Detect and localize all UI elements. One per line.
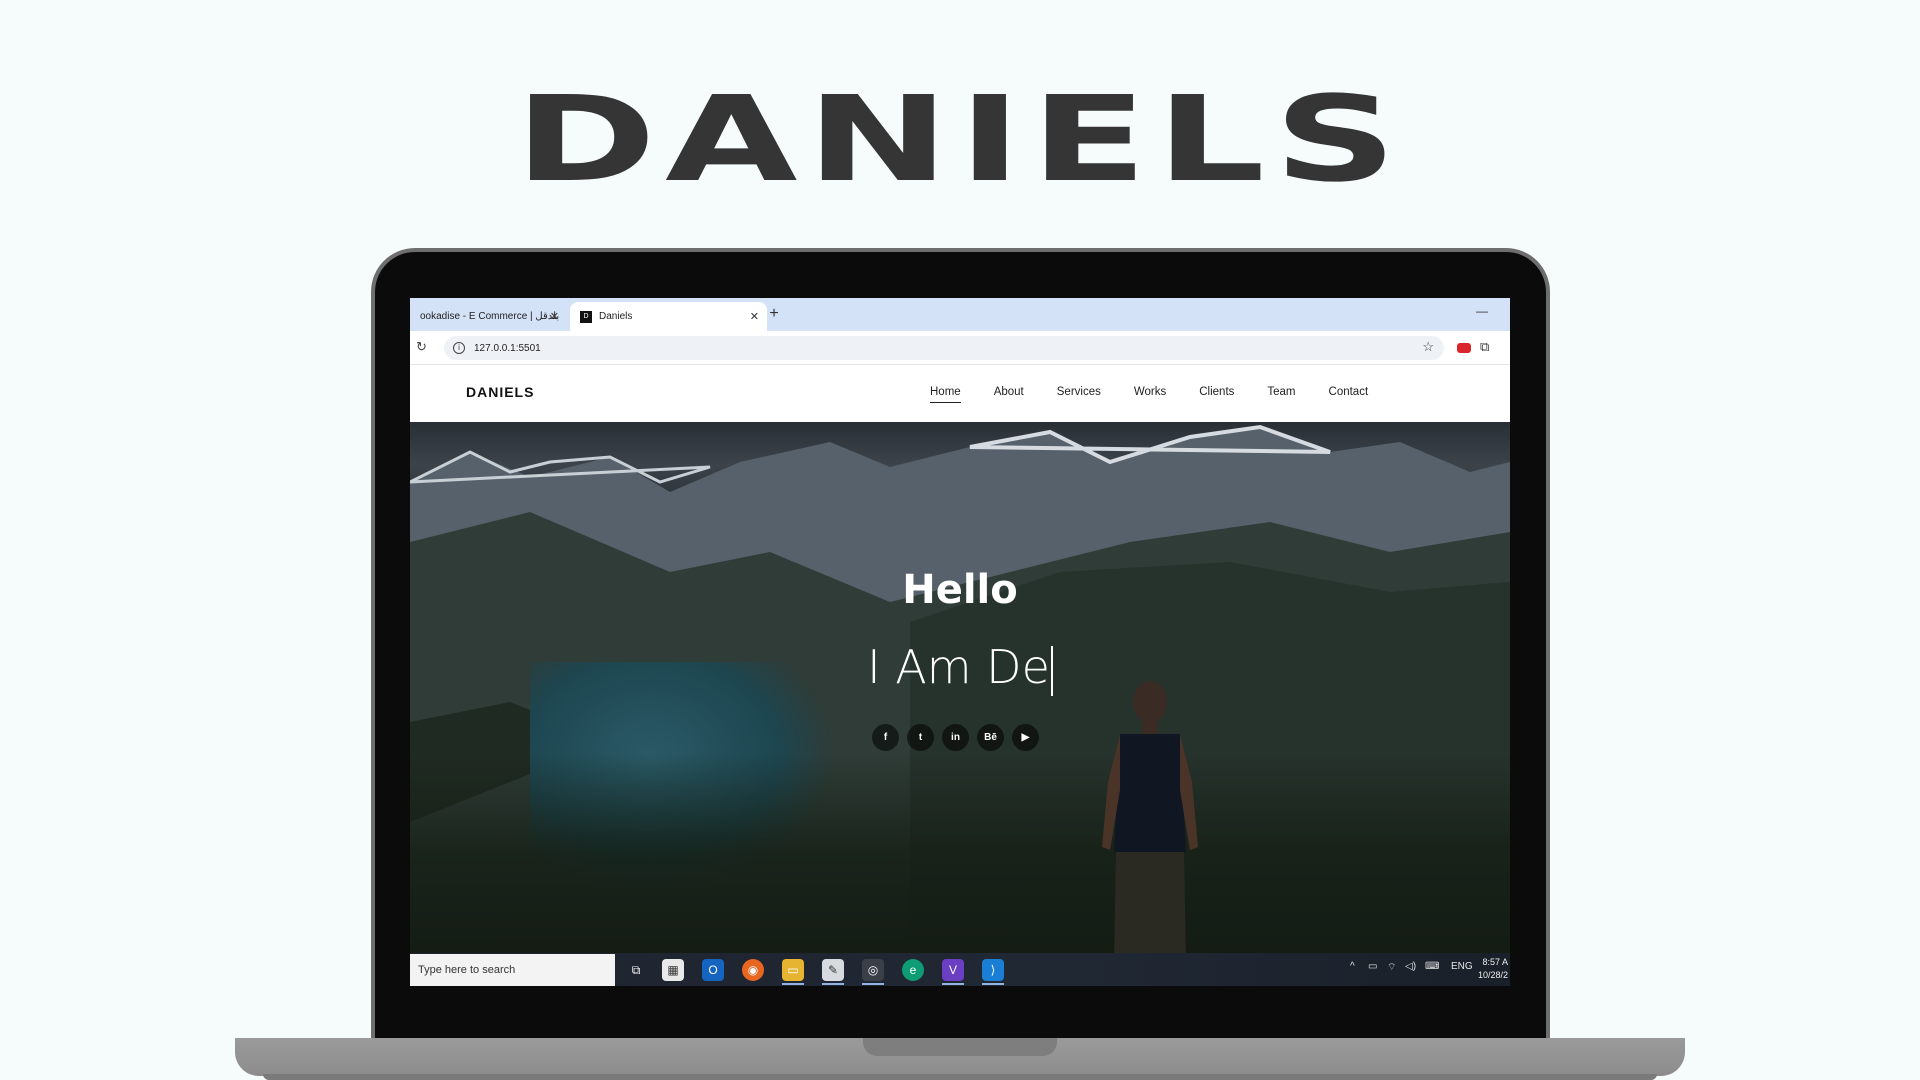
browser-tab-daniels[interactable]: D Daniels ✕ xyxy=(570,302,767,331)
running-indicator xyxy=(822,983,844,985)
vscode-icon[interactable]: ⟩ xyxy=(982,959,1004,981)
site-brand[interactable]: DANIELS xyxy=(466,384,534,400)
tray-chevron-icon[interactable]: ^ xyxy=(1350,961,1355,972)
social-links: f t in Bē ▶ xyxy=(872,724,1039,751)
close-icon[interactable]: ✕ xyxy=(550,310,559,323)
address-bar[interactable]: i 127.0.0.1:5501 ☆ xyxy=(444,336,1444,360)
language-indicator[interactable]: ENG xyxy=(1451,961,1473,972)
running-indicator xyxy=(982,983,1004,985)
linkedin-icon[interactable]: in xyxy=(942,724,969,751)
site-navbar: DANIELS Home About Services Works Client… xyxy=(410,365,1510,422)
new-tab-button[interactable]: + xyxy=(764,305,784,323)
tab-label: ookadise - E Commerce | بلدقل xyxy=(420,311,560,322)
edge-icon[interactable]: e xyxy=(902,959,924,981)
app-icon[interactable]: ✎ xyxy=(822,959,844,981)
task-view-icon[interactable]: ⧉ xyxy=(625,959,647,981)
microsoft-store-icon[interactable]: ▦ xyxy=(662,959,684,981)
clock-date: 10/28/2 xyxy=(1477,970,1508,980)
hero-greeting: Hello xyxy=(902,567,1018,613)
nav-works[interactable]: Works xyxy=(1134,386,1166,398)
nav-about[interactable]: About xyxy=(994,386,1024,398)
running-indicator xyxy=(862,983,884,985)
clock-time: 8:57 A xyxy=(1482,957,1508,967)
keyboard-icon[interactable]: ⌨ xyxy=(1425,961,1439,972)
nav-contact[interactable]: Contact xyxy=(1329,386,1369,398)
nav-home[interactable]: Home xyxy=(930,386,961,403)
laptop-base-lip xyxy=(263,1074,1657,1080)
browser-tabbar: ookadise - E Commerce | بلدقل ✕ D Daniel… xyxy=(410,298,1510,331)
taskbar-clock[interactable]: 8:57 A 10/28/2 xyxy=(1478,956,1508,982)
nav-services[interactable]: Services xyxy=(1057,386,1101,398)
outlook-icon[interactable]: O xyxy=(702,959,724,981)
wifi-icon[interactable]: ⌔ xyxy=(1387,961,1396,974)
typing-cursor xyxy=(1050,645,1053,696)
laptop-notch xyxy=(863,1038,1057,1056)
minimize-button[interactable]: — xyxy=(1476,304,1488,318)
typed-text: I Am De xyxy=(867,640,1050,694)
behance-icon[interactable]: Bē xyxy=(977,724,1004,751)
chrome-icon[interactable]: ◎ xyxy=(862,959,884,981)
hero-typed-line: I Am De xyxy=(410,640,1510,696)
volume-icon[interactable]: ◁) xyxy=(1405,961,1416,972)
reload-icon[interactable]: ↻ xyxy=(416,339,427,355)
d-logo-icon: D xyxy=(580,310,592,323)
twitter-icon[interactable]: t xyxy=(907,724,934,751)
windows-taskbar: Type here to search ⧉ ▦ O ◉ ▭ ✎ ◎ e V ⟩ … xyxy=(410,953,1510,986)
youtube-icon[interactable]: ▶ xyxy=(1012,724,1039,751)
page-title: DANIELS xyxy=(514,70,1406,208)
battery-icon[interactable]: ▭ xyxy=(1368,961,1377,972)
info-icon[interactable]: i xyxy=(453,342,465,354)
url-text: 127.0.0.1:5501 xyxy=(474,342,541,354)
facebook-icon[interactable]: f xyxy=(872,724,899,751)
nav-team[interactable]: Team xyxy=(1267,386,1295,398)
forest xyxy=(410,753,1510,953)
running-indicator xyxy=(782,983,804,985)
visual-studio-icon[interactable]: V xyxy=(942,959,964,981)
tab-label: Daniels xyxy=(599,311,633,322)
nav-clients[interactable]: Clients xyxy=(1199,386,1234,398)
browser-tab-ecommerce[interactable]: ookadise - E Commerce | بلدقل ✕ xyxy=(410,302,567,331)
extensions-puzzle-icon[interactable]: ⧉ xyxy=(1480,339,1489,355)
laptop-screen: ookadise - E Commerce | بلدقل ✕ D Daniel… xyxy=(410,298,1510,986)
file-explorer-icon[interactable]: ▭ xyxy=(782,959,804,981)
browser-toolbar: ↻ i 127.0.0.1:5501 ☆ ⧉ xyxy=(410,331,1510,365)
hero-section: Hello I Am De f t in Bē ▶ xyxy=(410,422,1510,953)
close-icon[interactable]: ✕ xyxy=(750,310,759,323)
running-indicator xyxy=(942,983,964,985)
bookmark-star-icon[interactable]: ☆ xyxy=(1422,339,1434,355)
nav-links: Home About Services Works Clients Team C… xyxy=(930,386,1401,403)
firefox-icon[interactable]: ◉ xyxy=(742,959,764,981)
person-figure xyxy=(1102,681,1198,953)
youtube-extension-icon[interactable] xyxy=(1457,343,1471,353)
taskbar-search-input[interactable]: Type here to search xyxy=(410,954,615,986)
